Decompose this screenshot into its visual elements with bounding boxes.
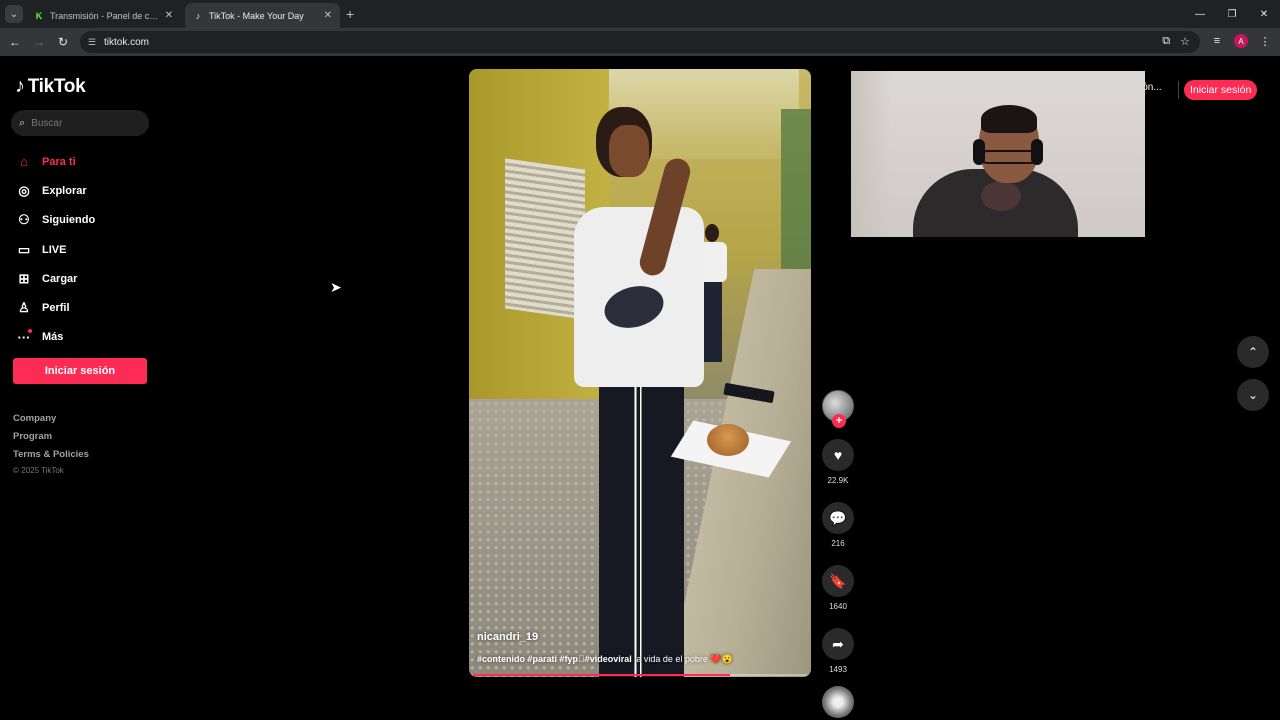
back-icon[interactable]: ←	[3, 30, 27, 54]
menu-kebab-icon[interactable]: ⋮	[1256, 32, 1274, 50]
home-icon: ⌂	[20, 154, 28, 170]
video-player[interactable]: nicandri_19 #contenido #parati #fyp゚#vid…	[469, 69, 811, 677]
footer-link-company[interactable]: Company	[13, 412, 89, 430]
upload-plus-icon: ⊞	[18, 270, 30, 286]
scroll-down-button[interactable]: ⌄	[1237, 379, 1269, 411]
browser-toolbar: ≡ A ⋮	[1208, 32, 1274, 50]
sidebar-item-explorar[interactable]: ◎ Explorar	[16, 176, 95, 205]
reading-list-icon[interactable]: ≡	[1208, 32, 1226, 50]
share-action: ➦ 1493	[822, 628, 854, 674]
cast-icon[interactable]: ⧉	[1162, 35, 1170, 48]
sidebar-item-siguiendo[interactable]: ⚇ Siguiendo	[16, 206, 95, 235]
restore-icon[interactable]: ❐	[1216, 0, 1248, 28]
reload-icon[interactable]: ↻	[51, 30, 75, 54]
sidebar-login-button[interactable]: Iniciar sesión	[13, 358, 147, 384]
user-follow-icon: ⚇	[18, 212, 30, 228]
video-caption: #contenido #parati #fyp゚#videoviral la v…	[477, 654, 733, 665]
kick-favicon-icon: K	[35, 10, 43, 21]
copyright-text: © 2025 TikTok	[13, 466, 64, 475]
scroll-up-button[interactable]: ⌃	[1237, 336, 1269, 368]
tab-tiktok[interactable]: ♪ TikTok - Make Your Day ✕	[185, 3, 340, 28]
live-tv-icon: ▭	[17, 241, 31, 257]
sidebar-item-label: Siguiendo	[42, 214, 96, 227]
headset-icon	[973, 139, 985, 165]
footer-links: Company Program Terms & Policies	[13, 412, 89, 466]
close-window-icon[interactable]: ✕	[1248, 0, 1280, 28]
video-scene-shutter	[505, 158, 585, 320]
sidebar-item-label: Cargar	[42, 272, 78, 285]
tab-search-icon[interactable]: ⌄	[5, 5, 23, 23]
bookmark-icon[interactable]: 🔖	[822, 565, 854, 597]
new-tab-button[interactable]: +	[346, 6, 354, 22]
video-progress-bar[interactable]	[473, 674, 807, 676]
search-box[interactable]: ⌕	[11, 110, 149, 136]
sidebar-item-para-ti[interactable]: ⌂ Para ti	[16, 147, 95, 176]
comment-action: 💬 216	[822, 502, 854, 548]
tab-title: Transmisión - Panel de control	[50, 10, 159, 21]
url-field[interactable]: ☰ tiktok.com ⧉ ☆	[80, 31, 1200, 53]
close-tab-icon[interactable]: ✕	[324, 10, 332, 21]
profile-icon: ♙	[18, 300, 30, 316]
comment-icon[interactable]: 💬	[822, 502, 854, 534]
tiktok-logo[interactable]: ♪ TikTok	[15, 75, 86, 98]
address-bar: ← → ↻ ☰ tiktok.com ⧉ ☆ ≡ A ⋮	[0, 28, 1280, 56]
tab-transmision[interactable]: K Transmisión - Panel de control ✕	[26, 3, 181, 28]
video-scene-bread	[707, 424, 749, 456]
browser-tab-bar: ⌄ K Transmisión - Panel de control ✕ ♪ T…	[0, 0, 1280, 28]
creator-avatar[interactable]: +	[822, 390, 854, 428]
sidebar-item-cargar[interactable]: ⊞ Cargar	[16, 264, 95, 293]
share-count: 1493	[829, 665, 847, 674]
like-count: 22.9K	[827, 476, 849, 485]
comment-count: 216	[831, 539, 845, 548]
search-icon: ⌕	[19, 116, 26, 129]
glasses-icon	[981, 150, 1037, 164]
sidebar-item-perfil[interactable]: ♙ Perfil	[16, 293, 95, 322]
mouse-cursor-icon: ➤	[330, 279, 342, 295]
webcam-overlay	[851, 71, 1145, 237]
sidebar-item-label: Para ti	[42, 155, 76, 168]
sidebar-item-label: Perfil	[42, 302, 70, 315]
footer-link-program[interactable]: Program	[13, 430, 89, 448]
forward-icon[interactable]: →	[27, 30, 51, 54]
video-actions: + ♥ 22.9K 💬 216 🔖 1640 ➦ 1493	[822, 390, 854, 718]
sidebar-item-live[interactable]: ▭ LIVE	[16, 235, 95, 264]
sidebar-nav: ⌂ Para ti ◎ Explorar ⚇ Siguiendo ▭ LIVE …	[16, 147, 96, 352]
header-divider	[1178, 81, 1179, 99]
sidebar-item-label: Explorar	[42, 184, 87, 197]
sidebar-item-label: Más	[42, 331, 64, 344]
music-disc-icon[interactable]	[822, 686, 854, 718]
tab-title: TikTok - Make Your Day	[209, 10, 304, 21]
save-action: 🔖 1640	[822, 565, 854, 611]
video-username[interactable]: nicandri_19	[477, 631, 538, 643]
footer-link-terms[interactable]: Terms & Policies	[13, 448, 89, 466]
share-arrow-icon[interactable]: ➦	[822, 628, 854, 660]
url-text: tiktok.com	[104, 36, 150, 48]
sidebar-item-mas[interactable]: ··· Más	[16, 323, 95, 352]
more-icon: ···	[17, 329, 32, 345]
tiktok-favicon-icon: ♪	[195, 10, 201, 21]
header-login-button[interactable]: Iniciar sesión	[1184, 80, 1258, 100]
video-caption-emoji: ❤️😮	[710, 654, 733, 664]
compass-icon: ◎	[18, 182, 30, 198]
logo-text: TikTok	[27, 75, 86, 97]
video-hashtags[interactable]: #contenido #parati #fyp゚#videoviral	[477, 654, 632, 664]
heart-icon[interactable]: ♥	[822, 439, 854, 471]
save-count: 1640	[829, 602, 847, 611]
omnibox-actions: ⧉ ☆	[1162, 35, 1190, 48]
minimize-icon[interactable]: —	[1184, 0, 1216, 28]
site-settings-icon[interactable]: ☰	[86, 36, 98, 48]
profile-avatar[interactable]: A	[1234, 34, 1248, 48]
video-caption-text: la vida de el pobre	[634, 654, 708, 664]
video-scene-person	[574, 107, 714, 677]
bookmark-star-icon[interactable]: ☆	[1180, 35, 1190, 48]
close-tab-icon[interactable]: ✕	[165, 10, 173, 21]
like-action: ♥ 22.9K	[822, 439, 854, 485]
window-controls: — ❐ ✕	[1184, 0, 1280, 28]
follow-plus-icon[interactable]: +	[832, 414, 846, 428]
tiktok-note-icon: ♪	[15, 75, 25, 97]
sidebar-item-label: LIVE	[42, 243, 67, 256]
search-input[interactable]	[31, 117, 132, 129]
video-progress-fill	[473, 674, 731, 676]
